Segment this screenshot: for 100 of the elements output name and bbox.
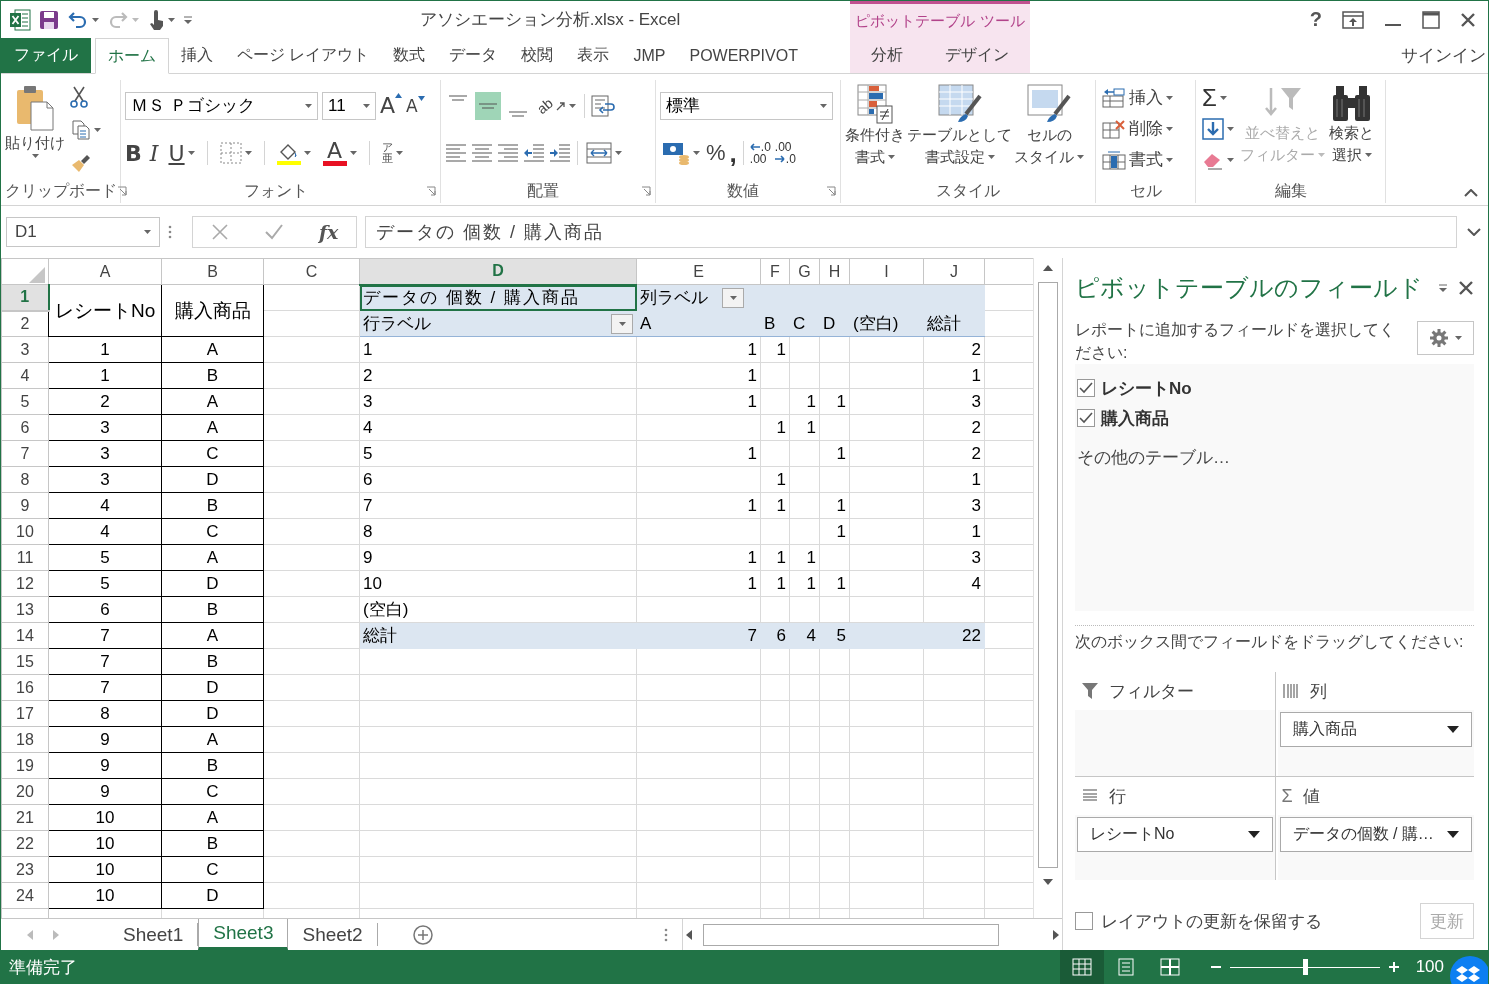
phonetic-guide-button[interactable]: ア 亜 bbox=[379, 139, 405, 168]
help-button[interactable]: ? bbox=[1309, 8, 1322, 31]
panel-title: ピボットテーブルのフィールド bbox=[1075, 273, 1424, 303]
file-tab[interactable]: ファイル bbox=[1, 38, 91, 73]
row-header[interactable]: 6 bbox=[1, 414, 49, 441]
table-cell: 3 bbox=[48, 466, 162, 493]
row-header[interactable]: 5 bbox=[1, 388, 49, 415]
formula-field[interactable]: データの 個数 / 購入商品 bbox=[365, 216, 1457, 248]
ribbon-tab[interactable]: 校閲 bbox=[509, 38, 566, 73]
row-header[interactable]: 16 bbox=[1, 674, 49, 701]
orientation-button[interactable]: ab bbox=[535, 91, 578, 120]
ribbon-tab[interactable]: 挿入 bbox=[169, 38, 225, 73]
table-cell: 4 bbox=[923, 570, 985, 597]
row-header[interactable]: 8 bbox=[1, 466, 49, 493]
row-header[interactable]: 10 bbox=[1, 518, 49, 545]
table-cell: 5 bbox=[48, 570, 162, 597]
row-header[interactable]: 22 bbox=[1, 830, 49, 857]
ribbon-tab[interactable]: ページ レイアウト bbox=[225, 38, 382, 73]
sheet-tab[interactable]: Sheet3 bbox=[198, 919, 289, 950]
table-cell: 3 bbox=[48, 414, 162, 441]
font-color-button[interactable]: A bbox=[320, 139, 359, 168]
table-cell: 7 bbox=[359, 492, 637, 519]
row-header[interactable]: 19 bbox=[1, 752, 49, 779]
shrink-font-button[interactable]: A bbox=[406, 95, 425, 116]
format-cells-button[interactable]: 書式 bbox=[1100, 144, 1175, 175]
table-cell: 1 bbox=[636, 492, 761, 519]
zoom-level[interactable]: 100 bbox=[1415, 957, 1444, 977]
table-cell: B bbox=[161, 830, 264, 857]
column-header[interactable]: C bbox=[263, 258, 360, 285]
ribbon-tab[interactable]: 数式 bbox=[381, 38, 438, 73]
ribbon-tab[interactable]: 表示 bbox=[565, 38, 622, 73]
column-header[interactable]: B bbox=[161, 258, 264, 285]
paste-button[interactable]: 貼り付け bbox=[5, 82, 65, 177]
sign-in-link[interactable]: サインイン bbox=[1401, 38, 1488, 73]
number-format-field[interactable]: 標準 bbox=[660, 91, 833, 120]
name-box[interactable]: D1 bbox=[6, 217, 160, 247]
increase-decimal-button[interactable]: .0 .00 bbox=[749, 141, 771, 166]
row-header[interactable]: 15 bbox=[1, 648, 49, 675]
table-cell: 1 bbox=[760, 466, 790, 493]
column-header[interactable]: H bbox=[819, 258, 850, 285]
cell-styles-button[interactable]: セルの スタイル bbox=[1014, 82, 1084, 177]
conditional-formatting-button[interactable]: 条件付き 書式 bbox=[845, 82, 905, 177]
row-header[interactable]: 21 bbox=[1, 804, 49, 831]
row-header[interactable]: 2 bbox=[1, 310, 49, 337]
comma-style-button[interactable]: , bbox=[729, 143, 737, 164]
table-cell: 5 bbox=[48, 544, 162, 571]
ribbon-tab[interactable]: デザイン bbox=[933, 38, 1021, 73]
row-header[interactable]: 12 bbox=[1, 570, 49, 597]
column-header[interactable]: E bbox=[636, 258, 761, 285]
row-header[interactable]: 17 bbox=[1, 700, 49, 727]
table-cell: 1 bbox=[760, 336, 790, 363]
column-header[interactable]: A bbox=[48, 258, 162, 285]
find-select-button[interactable]: 検索と 選択 bbox=[1329, 82, 1374, 177]
insert-function-button[interactable]: fx bbox=[318, 221, 339, 243]
ribbon-tab[interactable]: データ bbox=[437, 38, 510, 73]
autosum-button[interactable]: Σ bbox=[1200, 82, 1236, 113]
row-header[interactable]: 9 bbox=[1, 492, 49, 519]
ribbon-tab[interactable]: ホーム bbox=[95, 38, 169, 74]
field-dropdown[interactable]: データの個数 / 購… bbox=[1279, 817, 1472, 852]
group-label: 編集 bbox=[1273, 180, 1308, 201]
column-header[interactable]: J bbox=[923, 258, 985, 285]
table-cell: 1 bbox=[760, 414, 790, 441]
field-dropdown[interactable]: 購入商品 bbox=[1279, 712, 1472, 747]
row-header[interactable]: 18 bbox=[1, 726, 49, 753]
sheet-tab[interactable]: Sheet2 bbox=[288, 923, 378, 946]
more-tables-link[interactable]: その他のテーブル… bbox=[1077, 446, 1472, 469]
row-header[interactable]: 4 bbox=[1, 362, 49, 389]
underline-button[interactable]: U bbox=[166, 139, 197, 168]
italic-button[interactable]: I bbox=[149, 140, 159, 166]
column-header[interactable]: F bbox=[760, 258, 790, 285]
table-cell: 1 bbox=[636, 544, 761, 571]
table-cell: 1 bbox=[636, 440, 761, 467]
delete-cells-button[interactable]: 削除 bbox=[1100, 113, 1175, 144]
format-as-table-button[interactable]: テーブルとして 書式設定 bbox=[907, 82, 1012, 177]
ribbon-tab[interactable]: JMP bbox=[621, 38, 678, 73]
group-label: 数値 bbox=[726, 180, 760, 201]
row-header[interactable]: 20 bbox=[1, 778, 49, 805]
column-header[interactable]: G bbox=[789, 258, 820, 285]
column-header[interactable]: D bbox=[359, 258, 637, 285]
table-cell: 1 bbox=[819, 388, 850, 415]
percent-button[interactable]: % bbox=[706, 140, 726, 167]
bold-button[interactable]: B bbox=[125, 140, 142, 166]
font-name-field[interactable]: ＭＳ Ｐゴシック bbox=[125, 91, 318, 120]
decrease-decimal-button[interactable]: .00 .0 bbox=[774, 141, 796, 166]
row-header[interactable]: 24 bbox=[1, 882, 49, 909]
column-header[interactable]: I bbox=[849, 258, 924, 285]
row-header[interactable]: 3 bbox=[1, 336, 49, 363]
row-header[interactable]: 23 bbox=[1, 856, 49, 883]
row-header[interactable]: 14 bbox=[1, 622, 49, 649]
table-cell: 3 bbox=[923, 544, 985, 571]
row-header[interactable]: 1 bbox=[1, 284, 49, 311]
font-size-field[interactable]: 11 bbox=[322, 91, 376, 120]
field-dropdown[interactable]: レシートNo bbox=[1077, 817, 1273, 852]
row-header[interactable]: 7 bbox=[1, 440, 49, 467]
insert-cells-button[interactable]: 挿入 bbox=[1100, 82, 1175, 113]
row-header[interactable]: 11 bbox=[1, 544, 49, 571]
grow-font-button[interactable]: A bbox=[380, 93, 403, 119]
ribbon-tab[interactable]: POWERPIVOT bbox=[677, 38, 810, 73]
ribbon-tab[interactable]: 分析 bbox=[859, 38, 915, 73]
row-header[interactable]: 13 bbox=[1, 596, 49, 623]
